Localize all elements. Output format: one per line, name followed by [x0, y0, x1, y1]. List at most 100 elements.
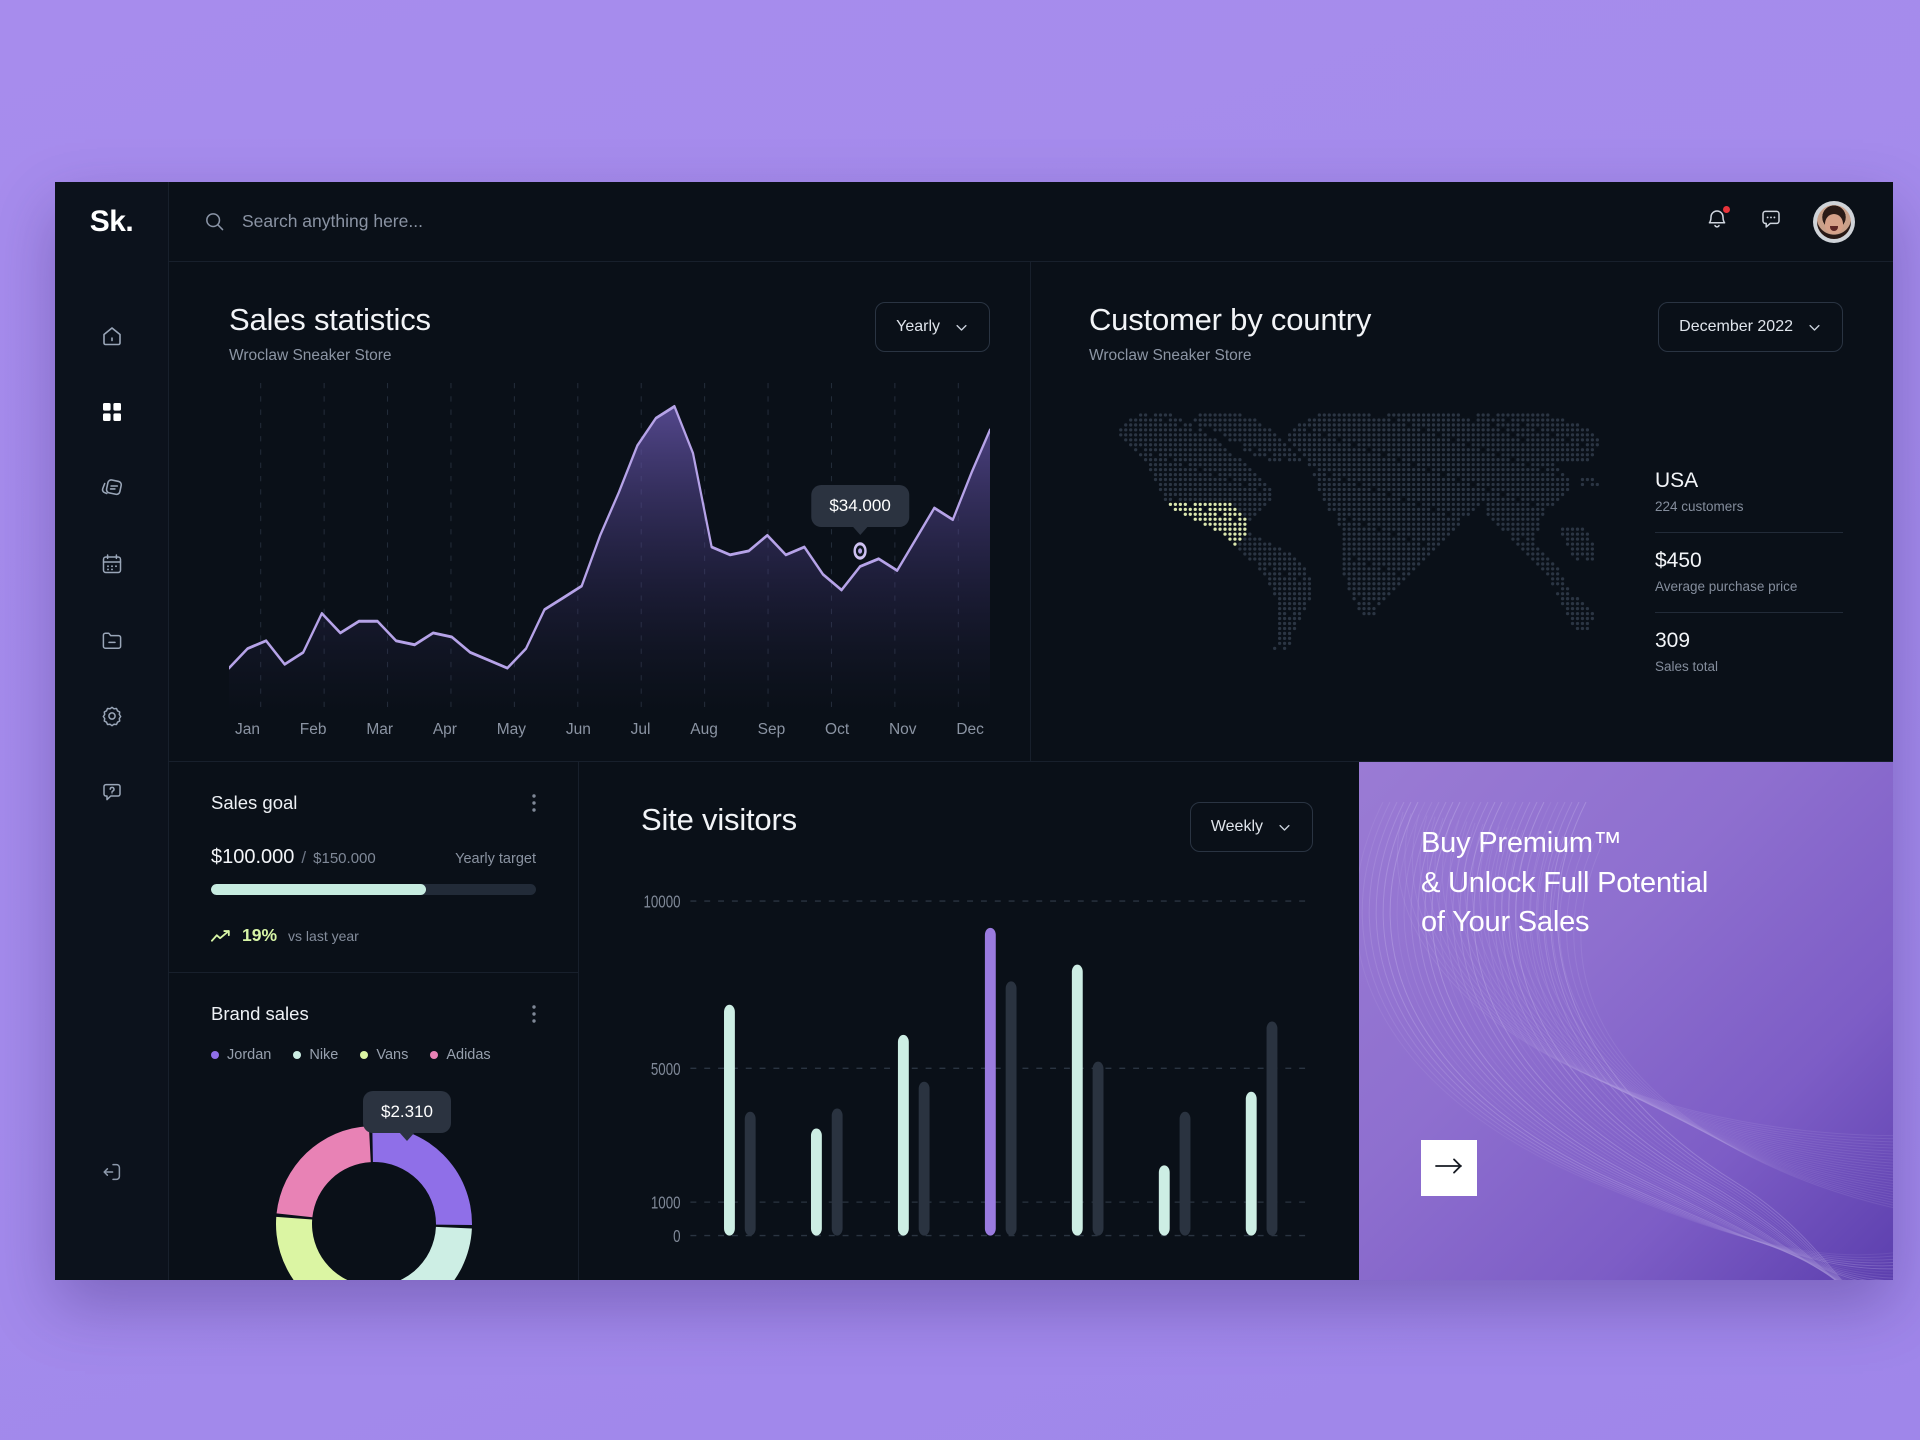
left-cards-column: Sales goal $100.000 / $150.000 Yearly targ…	[169, 762, 579, 1280]
bar[interactable]	[831, 1108, 843, 1236]
brand-sales-card: Brand sales Jordan Nike Vans Adidas $2.3…	[169, 972, 578, 1280]
legend-label: Adidas	[446, 1047, 491, 1063]
bar[interactable]	[1179, 1111, 1191, 1236]
topbar-actions	[1705, 200, 1855, 243]
help-icon	[100, 780, 124, 804]
messages-button[interactable]	[1759, 207, 1783, 236]
banner-cta-button[interactable]	[1421, 1140, 1477, 1196]
legend-item: Vans	[360, 1047, 408, 1063]
sales-goal-target-label: Yearly target	[455, 851, 536, 867]
country-period-dropdown[interactable]: December 2022	[1658, 302, 1843, 352]
sales-line-chart[interactable]: $34.000	[229, 383, 990, 715]
world-map[interactable]	[1089, 375, 1645, 739]
country-panel-titles: Customer by country Wroclaw Sneaker Stor…	[1089, 302, 1371, 365]
chevron-down-icon	[1807, 320, 1822, 335]
page-title: Sales statistics	[229, 302, 431, 337]
bar[interactable]	[984, 927, 996, 1236]
brand-logo[interactable]: Sk.	[55, 182, 168, 262]
bar[interactable]	[1092, 1061, 1104, 1236]
gear-icon	[100, 704, 124, 728]
legend-item: Adidas	[430, 1047, 491, 1063]
brand-sales-legend: Jordan Nike Vans Adidas	[211, 1047, 536, 1063]
donut-slice[interactable]	[276, 1126, 371, 1218]
premium-banner[interactable]: Buy Premium™ & Unlock Full Potential of …	[1359, 762, 1893, 1280]
sidebar-item-help[interactable]	[92, 772, 132, 812]
donut-slice[interactable]	[371, 1126, 472, 1226]
chat-bubble-icon	[1759, 207, 1783, 236]
sales-goal-target: $150.000	[313, 850, 376, 867]
sidebar-item-home[interactable]	[92, 316, 132, 356]
bar[interactable]	[724, 1004, 735, 1236]
site-visitors-header: Site visitors Weekly	[641, 802, 1313, 852]
sidebar-item-dashboard[interactable]	[92, 392, 132, 432]
donut-slice[interactable]	[360, 1226, 472, 1280]
banner-line-2: & Unlock Full Potential	[1421, 866, 1709, 899]
sales-goal-separator: /	[301, 848, 307, 867]
bar[interactable]	[1071, 964, 1083, 1236]
legend-item: Jordan	[211, 1047, 271, 1063]
banner-line-3: of Your Sales	[1421, 906, 1590, 939]
bar[interactable]	[1158, 1165, 1170, 1236]
grid-icon	[100, 400, 124, 424]
chat-icon	[99, 476, 124, 501]
stat-item: 309 Sales total	[1655, 612, 1843, 692]
bar[interactable]	[1245, 1091, 1257, 1236]
bar[interactable]	[918, 1081, 930, 1236]
bar[interactable]	[744, 1111, 756, 1236]
search-input[interactable]	[242, 211, 662, 232]
sidebar-item-messages[interactable]	[92, 468, 132, 508]
avatar-face	[1825, 213, 1843, 234]
avatar[interactable]	[1813, 200, 1855, 243]
x-axis-label: Mar	[366, 721, 394, 738]
country-stats: USA 224 customers $450 Average purchase …	[1655, 375, 1843, 739]
top-panels-row: Sales statistics Wroclaw Sneaker Store Y…	[169, 262, 1893, 762]
brand-sales-tooltip: $2.310	[363, 1091, 451, 1133]
brand-sales-donut-chart[interactable]: $2.310	[211, 1089, 536, 1280]
y-axis-label: 0	[673, 1227, 681, 1246]
customer-by-country-panel: Customer by country Wroclaw Sneaker Stor…	[1031, 262, 1893, 761]
donut-slice[interactable]	[275, 1216, 363, 1280]
sidebar-item-settings[interactable]	[92, 696, 132, 736]
sales-goal-card: Sales goal $100.000 / $150.000 Yearly targ…	[169, 762, 578, 972]
stat-item: USA 224 customers	[1655, 453, 1843, 532]
site-visitors-period-dropdown[interactable]: Weekly	[1189, 802, 1313, 852]
sales-period-value: Yearly	[896, 318, 940, 335]
sales-chart-tooltip: $34.000	[811, 484, 909, 527]
stat-value: 309	[1655, 629, 1691, 652]
sales-goal-title: Sales goal	[211, 792, 298, 813]
x-axis-label: Jun	[565, 721, 591, 738]
notification-badge	[1722, 205, 1731, 214]
bar[interactable]	[1266, 1021, 1278, 1236]
notifications-button[interactable]	[1705, 205, 1731, 236]
legend-color-dot	[211, 1051, 219, 1059]
sales-chart-x-axis: Jan Feb Mar Apr May Jun Jul Aug Sep Oct Nov Dec	[229, 721, 990, 739]
country-period-value: December 2022	[1679, 318, 1793, 335]
sales-period-dropdown[interactable]: Yearly	[875, 302, 990, 352]
x-axis-label: Dec	[956, 721, 984, 738]
sales-goal-current: $100.000	[211, 846, 295, 868]
bar[interactable]	[1005, 981, 1017, 1236]
calendar-icon	[100, 552, 124, 576]
site-visitors-panel: Site visitors Weekly 0 1000 5000 10000	[579, 762, 1359, 1280]
chevron-down-icon	[954, 320, 969, 335]
sidebar-item-logout[interactable]	[92, 1154, 132, 1194]
country-map-area: USA 224 customers $450 Average purchase …	[1089, 375, 1843, 739]
search-bar[interactable]	[203, 210, 1705, 233]
site-visitors-bar-chart[interactable]: 0 1000 5000 10000	[641, 888, 1313, 1280]
banner-heading: Buy Premium™ & Unlock Full Potential of …	[1421, 824, 1893, 943]
sidebar-item-calendar[interactable]	[92, 544, 132, 584]
legend-label: Vans	[376, 1047, 409, 1063]
sales-goal-progress-fill	[211, 884, 426, 895]
brand-sales-menu-button[interactable]	[532, 1005, 536, 1023]
y-axis-label: 5000	[651, 1060, 681, 1079]
bar[interactable]	[810, 1128, 822, 1236]
legend-color-dot	[293, 1051, 302, 1059]
bar[interactable]	[897, 1034, 909, 1236]
x-axis-label: Apr	[432, 721, 457, 738]
sales-panel-header: Sales statistics Wroclaw Sneaker Store Y…	[229, 302, 990, 365]
dashboard-window: Sk. Search anything here... Sales statis…	[55, 182, 1893, 1280]
sales-goal-menu-button[interactable]	[532, 794, 536, 812]
sidebar-item-files[interactable]	[92, 620, 132, 660]
site-visitors-title: Site visitors	[641, 802, 797, 837]
site-visitors-period-value: Weekly	[1210, 818, 1263, 835]
